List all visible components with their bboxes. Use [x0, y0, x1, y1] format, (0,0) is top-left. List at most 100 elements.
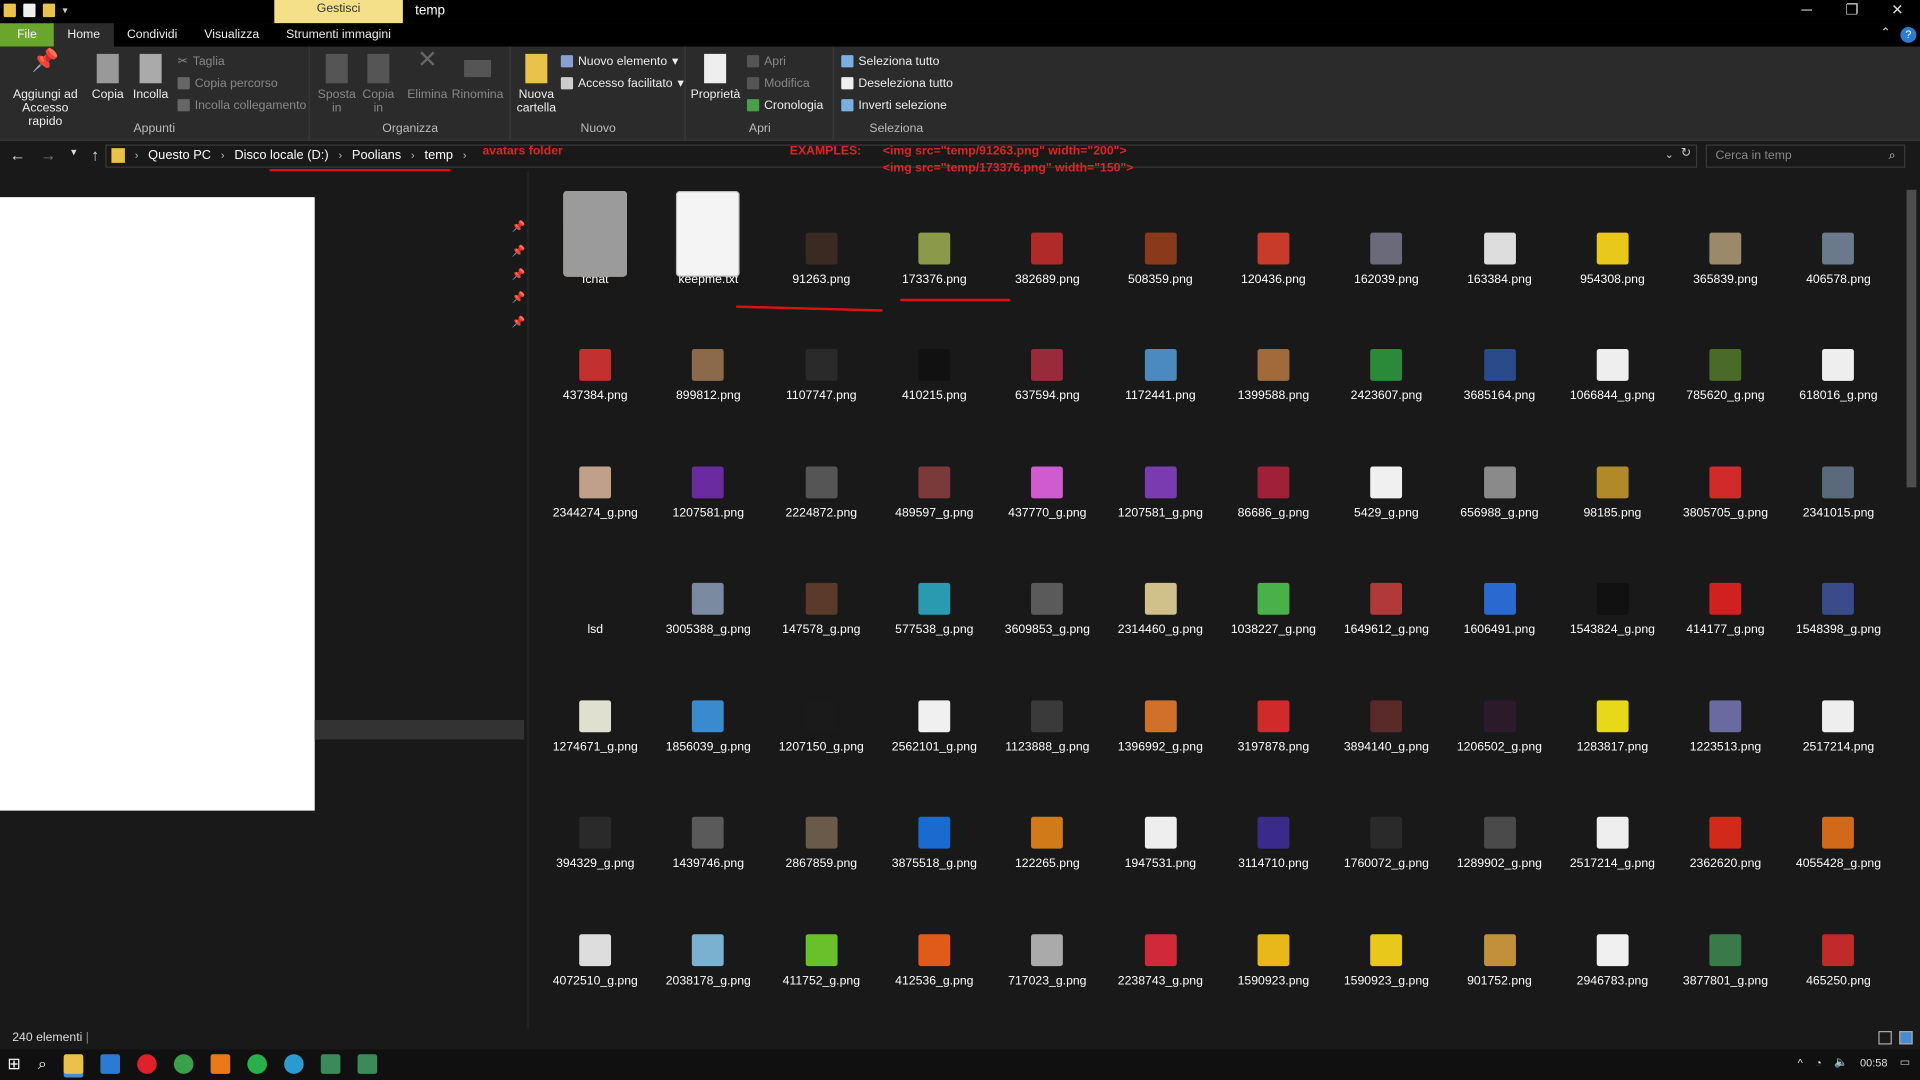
- paste-shortcut-button[interactable]: Incolla collegamento: [177, 96, 306, 116]
- tab-share[interactable]: Condividi: [113, 23, 190, 46]
- file-item[interactable]: 1207581.png: [652, 418, 765, 535]
- file-item[interactable]: 3875518_g.png: [878, 768, 991, 885]
- up-arrow-icon[interactable]: ↑: [91, 146, 99, 164]
- chevron-right-icon[interactable]: ›: [463, 149, 467, 161]
- file-item[interactable]: 91263.png: [765, 184, 878, 301]
- file-item[interactable]: 656988_g.png: [1443, 418, 1556, 535]
- breadcrumb-local-disk[interactable]: Disco locale (D:): [234, 148, 328, 163]
- move-to-button[interactable]: Sposta in: [316, 53, 358, 115]
- file-item[interactable]: keepme.txt: [652, 184, 765, 301]
- properties-icon[interactable]: [23, 3, 36, 18]
- file-item[interactable]: 414177_g.png: [1669, 534, 1782, 651]
- chevron-right-icon[interactable]: ›: [411, 149, 415, 161]
- file-item[interactable]: 4072510_g.png: [539, 885, 652, 1002]
- chevron-right-icon[interactable]: ›: [338, 149, 342, 161]
- context-tab-manage[interactable]: Gestisci: [274, 0, 403, 24]
- file-item[interactable]: 1548398_g.png: [1782, 534, 1895, 651]
- notifications-icon[interactable]: ▭: [1900, 1056, 1910, 1069]
- file-item[interactable]: 4055428_g.png: [1782, 768, 1895, 885]
- file-item[interactable]: 1543824_g.png: [1556, 534, 1669, 651]
- file-item[interactable]: 1274671_g.png: [539, 651, 652, 768]
- file-item[interactable]: 2341015.png: [1782, 418, 1895, 535]
- chevron-right-icon[interactable]: ›: [221, 149, 225, 161]
- app-icon[interactable]: [321, 1054, 341, 1074]
- file-item[interactable]: 1223513.png: [1669, 651, 1782, 768]
- edit-button[interactable]: Modifica: [746, 73, 810, 93]
- quick-access-toolbar[interactable]: ▾: [3, 3, 73, 18]
- file-item[interactable]: 3197878.png: [1217, 651, 1330, 768]
- file-item[interactable]: 411752_g.png: [765, 885, 878, 1002]
- tab-view[interactable]: Visualizza: [191, 23, 273, 46]
- minimize-button[interactable]: ─: [1784, 0, 1829, 23]
- file-item[interactable]: 162039.png: [1330, 184, 1443, 301]
- file-item[interactable]: 365839.png: [1669, 184, 1782, 301]
- properties-button[interactable]: Proprietà: [691, 53, 740, 102]
- file-item[interactable]: 2238743_g.png: [1104, 885, 1217, 1002]
- clock[interactable]: 00:58: [1860, 1056, 1888, 1068]
- copy-path-button[interactable]: Copia percorso: [177, 73, 278, 93]
- rename-button[interactable]: Rinomina: [451, 54, 505, 102]
- back-arrow-icon[interactable]: ←: [10, 146, 26, 164]
- file-item[interactable]: 410215.png: [878, 301, 991, 418]
- file-view[interactable]: fchat keepme.txt 91263.png 173376.png 382689…: [529, 171, 1903, 1028]
- new-item-button[interactable]: Nuovo elemento ▾: [560, 51, 678, 71]
- file-item[interactable]: 1649612_g.png: [1330, 534, 1443, 651]
- breadcrumb-poolians[interactable]: Poolians: [352, 148, 401, 163]
- file-item[interactable]: 2517214.png: [1782, 651, 1895, 768]
- file-item[interactable]: 1396992_g.png: [1104, 651, 1217, 768]
- file-item[interactable]: 465250.png: [1782, 885, 1895, 1002]
- copy-button[interactable]: Copia: [91, 53, 125, 102]
- file-item[interactable]: 489597_g.png: [878, 418, 991, 535]
- file-item[interactable]: 3877801_g.png: [1669, 885, 1782, 1002]
- large-icons-view-icon[interactable]: [1899, 1031, 1913, 1045]
- file-item[interactable]: 394329_g.png: [539, 768, 652, 885]
- file-item[interactable]: 637594.png: [991, 301, 1104, 418]
- file-item[interactable]: 406578.png: [1782, 184, 1895, 301]
- file-item[interactable]: 3005388_g.png: [652, 534, 765, 651]
- file-item[interactable]: 954308.png: [1556, 184, 1669, 301]
- file-item[interactable]: 3685164.png: [1443, 301, 1556, 418]
- select-all-button[interactable]: Seleziona tutto: [841, 51, 939, 71]
- tab-file[interactable]: File: [0, 23, 54, 47]
- collapse-ribbon-icon[interactable]: ⌃: [1880, 27, 1890, 43]
- cut-button[interactable]: ✂ Taglia: [178, 51, 225, 71]
- breadcrumb-this-pc[interactable]: Questo PC: [148, 148, 211, 163]
- select-none-button[interactable]: Deseleziona tutto: [841, 73, 953, 93]
- nav-selected-item[interactable]: [314, 720, 525, 740]
- file-item[interactable]: 717023_g.png: [991, 885, 1104, 1002]
- file-item[interactable]: 86686_g.png: [1217, 418, 1330, 535]
- close-button[interactable]: ✕: [1875, 0, 1920, 23]
- help-icon[interactable]: ?: [1900, 26, 1917, 43]
- new-folder-icon[interactable]: [42, 3, 56, 18]
- file-item[interactable]: 577538_g.png: [878, 534, 991, 651]
- recent-locations-icon[interactable]: ▾: [71, 146, 77, 164]
- open-button[interactable]: Apri: [746, 51, 786, 71]
- file-item[interactable]: 2423607.png: [1330, 301, 1443, 418]
- file-item[interactable]: 2224872.png: [765, 418, 878, 535]
- file-item[interactable]: 412536_g.png: [878, 885, 991, 1002]
- file-item[interactable]: 785620_g.png: [1669, 301, 1782, 418]
- file-item[interactable]: 1283817.png: [1556, 651, 1669, 768]
- history-button[interactable]: Cronologia: [746, 96, 823, 116]
- copy-to-button[interactable]: Copia in: [360, 53, 397, 115]
- file-item[interactable]: 2362620.png: [1669, 768, 1782, 885]
- file-item[interactable]: 1856039_g.png: [652, 651, 765, 768]
- chrome-icon[interactable]: [174, 1054, 194, 1074]
- pin-icon[interactable]: 📌: [512, 316, 526, 329]
- file-item[interactable]: 5429_g.png: [1330, 418, 1443, 535]
- file-item[interactable]: 147578_g.png: [765, 534, 878, 651]
- file-item[interactable]: 1439746.png: [652, 768, 765, 885]
- file-item[interactable]: 437770_g.png: [991, 418, 1104, 535]
- maximize-button[interactable]: ❐: [1829, 0, 1874, 23]
- file-item[interactable]: 2314460_g.png: [1104, 534, 1217, 651]
- file-item[interactable]: 1107747.png: [765, 301, 878, 418]
- opera-icon[interactable]: [137, 1054, 157, 1074]
- paste-button[interactable]: Incolla: [130, 53, 172, 102]
- pin-icon[interactable]: 📌: [512, 245, 526, 258]
- delete-button[interactable]: ✕ Elimina: [407, 48, 449, 102]
- file-item[interactable]: 163384.png: [1443, 184, 1556, 301]
- tab-home[interactable]: Home: [53, 23, 114, 47]
- file-item[interactable]: 1606491.png: [1443, 534, 1556, 651]
- details-view-icon[interactable]: [1878, 1031, 1892, 1045]
- telegram-icon[interactable]: [284, 1054, 304, 1074]
